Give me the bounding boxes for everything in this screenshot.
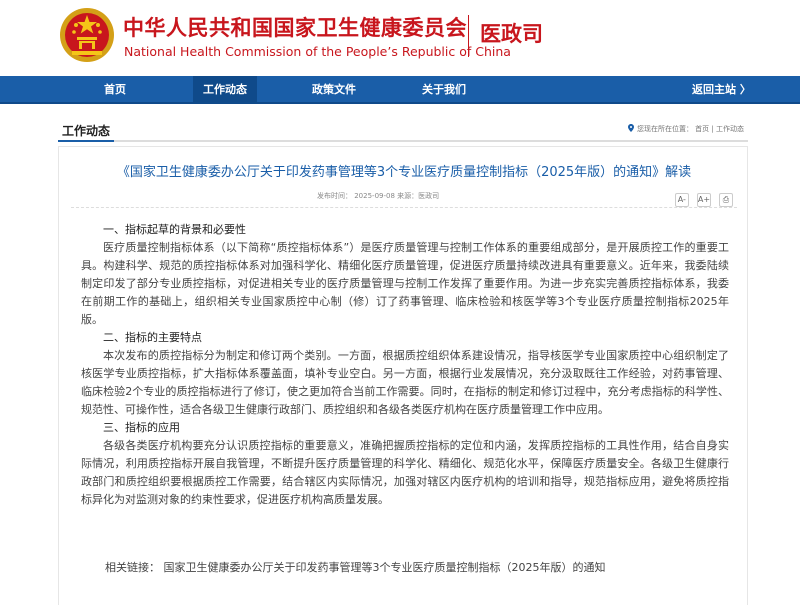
- section-heading-features: 二、指标的主要特点: [103, 331, 202, 344]
- print-button[interactable]: ⎙: [719, 193, 733, 207]
- department-name: 医政司: [480, 22, 543, 46]
- nav-item-about-us[interactable]: 关于我们: [422, 76, 466, 104]
- nav-item-policy-documents[interactable]: 政策文件: [312, 76, 356, 104]
- related-link[interactable]: 相关链接： 国家卫生健康委办公厅关于印发药事管理等3个专业医疗质量控制指标（20…: [105, 559, 606, 575]
- font-increase-button[interactable]: A+: [696, 193, 711, 207]
- article-title: 《国家卫生健康委办公厅关于印发药事管理等3个专业医疗质量控制指标（2025年版）…: [116, 165, 692, 180]
- article-meta: 发布时间： 2025-09-08 来源：医政司: [317, 192, 440, 200]
- section-title: 工作动态: [62, 124, 111, 138]
- paragraph-features: 本次发布的质控指标分为制定和修订两个类别。一方面，根据质控组织体系建设情况，指导…: [81, 349, 729, 416]
- nav-item-work-news[interactable]: 工作动态: [193, 76, 257, 104]
- paragraph-application: 各级各类医疗机构要充分认识质控指标的重要意义，准确把握质控指标的定位和内涵，发挥…: [81, 439, 729, 506]
- nav-item-home[interactable]: 首页: [104, 76, 126, 104]
- article-tools: A- A+ ⎙: [672, 187, 733, 207]
- breadcrumb-text[interactable]: 您现在所在位置： 首页 | 工作动态: [637, 125, 744, 133]
- article-panel: 《国家卫生健康委办公厅关于印发药事管理等3个专业医疗质量控制指标（2025年版）…: [58, 146, 748, 605]
- meta-divider: [71, 207, 737, 208]
- header-divider: [468, 15, 469, 57]
- site-title-english: National Health Commission of the People…: [124, 44, 511, 59]
- section-divider-accent: [58, 140, 114, 142]
- main-nav: 首页 工作动态 政策文件 关于我们 返回主站 〉: [0, 76, 800, 104]
- section-heading-background: 一、指标起草的背景和必要性: [103, 223, 246, 236]
- font-decrease-button[interactable]: A-: [674, 193, 689, 207]
- back-to-main-site-link[interactable]: 返回主站 〉: [692, 76, 751, 104]
- section-divider: [58, 140, 748, 142]
- site-header: 中华人民共和国国家卫生健康委员会 National Health Commiss…: [0, 0, 800, 76]
- national-emblem-icon: [60, 8, 114, 62]
- location-pin-icon: [627, 124, 634, 132]
- breadcrumb: 您现在所在位置： 首页 | 工作动态: [627, 124, 744, 134]
- site-title: 中华人民共和国国家卫生健康委员会: [123, 16, 467, 40]
- paragraph-background: 医疗质量控制指标体系（以下简称“质控指标体系”）是医疗质量管理与控制工作体系的重…: [81, 241, 729, 326]
- article-body: 一、指标起草的背景和必要性 医疗质量控制指标体系（以下简称“质控指标体系”）是医…: [81, 221, 729, 509]
- section-heading-application: 三、指标的应用: [103, 421, 180, 434]
